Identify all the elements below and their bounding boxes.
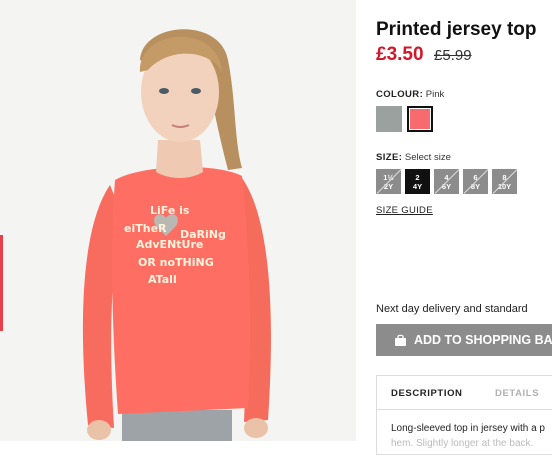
- product-title: Printed jersey top: [376, 19, 537, 40]
- shopping-bag-icon: [395, 334, 406, 346]
- colour-swatches: [376, 106, 433, 132]
- sale-price: £3.50: [376, 44, 424, 65]
- size-top: 2: [415, 172, 420, 182]
- size-options: 1½ 2Y 2 4Y 4 6Y 6 8Y 8 10Y: [376, 169, 517, 194]
- shirt-print-line: OR noTHiNG: [138, 256, 214, 269]
- colour-label-row: COLOUR: Pink: [376, 89, 444, 100]
- size-bottom: 4Y: [412, 181, 423, 191]
- original-price: £5.99: [434, 47, 472, 64]
- product-image: LiFe is eiTheR DaRiNg AdvENtUre OR noTHi…: [0, 0, 356, 441]
- size-option-4-6y[interactable]: 4 6Y: [434, 169, 459, 194]
- size-option-2-4y[interactable]: 2 4Y: [405, 169, 430, 194]
- colour-label: COLOUR:: [376, 89, 424, 100]
- tab-details[interactable]: DETAILS: [481, 376, 539, 409]
- size-placeholder: Select size: [404, 152, 451, 163]
- description-line: Long-sleeved top in jersey with a p: [391, 423, 545, 434]
- swatch-grey[interactable]: [376, 106, 402, 132]
- delivery-info: Next day delivery and standard: [376, 303, 528, 315]
- size-guide-link[interactable]: SIZE GUIDE: [376, 205, 433, 216]
- edge-tab[interactable]: [0, 235, 3, 331]
- shirt-print-line: AdvENtUre: [136, 238, 203, 251]
- product-details-panel: DESCRIPTION DETAILS Long-sleeved top in …: [376, 375, 552, 455]
- shirt-print-line: ATall: [148, 273, 177, 286]
- colour-value: Pink: [425, 89, 445, 100]
- swatch-pink[interactable]: [407, 106, 433, 132]
- size-option-8-10y[interactable]: 8 10Y: [492, 169, 517, 194]
- description-line: hem. Slightly longer at the back.: [391, 438, 534, 449]
- shirt-print-line: eiTheR: [124, 222, 167, 235]
- size-label: SIZE:: [376, 152, 403, 163]
- description-text: Long-sleeved top in jersey with a p hem.…: [377, 410, 552, 451]
- add-to-bag-label: ADD TO SHOPPING BA: [414, 333, 552, 347]
- shirt-print-line: LiFe is: [150, 204, 190, 217]
- details-tabs: DESCRIPTION DETAILS: [377, 376, 552, 410]
- size-option-1-2y[interactable]: 1½ 2Y: [376, 169, 401, 194]
- add-to-bag-button[interactable]: ADD TO SHOPPING BA: [376, 324, 552, 356]
- size-option-6-8y[interactable]: 6 8Y: [463, 169, 488, 194]
- tab-description[interactable]: DESCRIPTION: [377, 376, 481, 409]
- price-row: £3.50 £5.99: [376, 44, 472, 66]
- size-label-row: SIZE: Select size: [376, 152, 451, 163]
